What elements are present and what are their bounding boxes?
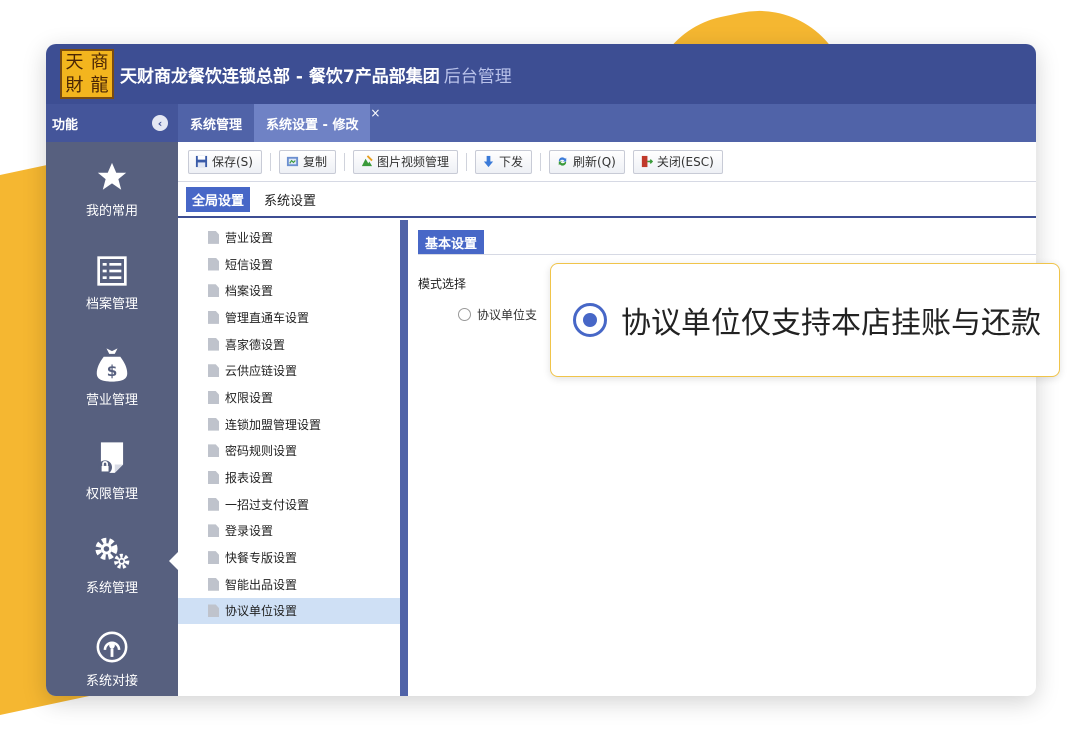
document-icon — [208, 417, 219, 431]
tree-item[interactable]: 连锁加盟管理设置 — [178, 411, 400, 438]
function-label: 功能 — [52, 117, 79, 133]
money-bag-icon: $ — [96, 347, 128, 382]
toolbar: 保存(S) 复制 图片视频管理 下发 刷新(Q) 关闭(ESC) — [178, 142, 1036, 182]
sidebar-item-integration[interactable]: 系统对接 — [46, 612, 178, 696]
document-icon — [208, 284, 219, 298]
main-area: 保存(S) 复制 图片视频管理 下发 刷新(Q) 关闭(ESC) 全局设置 系统… — [178, 142, 1036, 696]
document-icon — [208, 551, 219, 565]
tree-item[interactable]: 喜家德设置 — [178, 331, 400, 358]
tab-close-icon[interactable]: × — [370, 106, 380, 120]
tree-item[interactable]: 快餐专版设置 — [178, 544, 400, 571]
toolbar-separator — [540, 152, 542, 171]
sidebar-item-permissions[interactable]: 权限管理 — [46, 424, 178, 518]
tree-item[interactable]: 云供应链设置 — [178, 357, 400, 384]
close-door-icon — [641, 155, 653, 168]
refresh-icon — [558, 157, 567, 166]
sub-tabs: 全局设置 系统设置 — [178, 182, 1036, 218]
document-icon — [208, 524, 219, 538]
tree-item[interactable]: 档案设置 — [178, 277, 400, 304]
callout-option-label: 协议单位仅支持本店挂账与还款 — [621, 306, 1041, 341]
body-area: 我的常用 档案管理 $ 营业管理 权限管理 系统管理 系统对接 保存(S) 复制… — [46, 142, 1036, 696]
tree-item[interactable]: 短信设置 — [178, 251, 400, 278]
tree-item[interactable]: 管理直通车设置 — [178, 304, 400, 331]
function-header: 功能 ‹ — [46, 104, 178, 142]
tree-item[interactable]: 权限设置 — [178, 384, 400, 411]
collapse-left-icon[interactable]: ‹ — [152, 115, 168, 131]
toolbar-separator — [269, 152, 271, 171]
list-icon — [97, 255, 127, 286]
title-bar: 天 商 財 龍 天财商龙餐饮连锁总部 - 餐饮7产品部集团 后台管理 — [46, 44, 1036, 104]
document-icon — [208, 230, 219, 244]
tree-item[interactable]: 登录设置 — [178, 518, 400, 545]
lock-doc-icon — [98, 441, 124, 474]
dispatch-button[interactable]: 下发 — [475, 149, 533, 174]
sidebar-item-business[interactable]: $ 营业管理 — [46, 330, 178, 424]
subtab-system-settings[interactable]: 系统设置 — [258, 187, 322, 212]
brand-logo: 天 商 財 龍 — [60, 49, 114, 99]
toolbar-separator — [344, 152, 345, 171]
sidebar: 我的常用 档案管理 $ 营业管理 权限管理 系统管理 系统对接 — [46, 142, 178, 696]
tab-system-management[interactable]: 系统管理 — [178, 104, 254, 142]
download-arrow-icon — [483, 155, 494, 168]
mode-option-label: 协议单位支 — [477, 308, 538, 322]
sidebar-active-marker — [169, 552, 178, 570]
copy-icon — [286, 156, 299, 167]
tab-system-settings-edit[interactable]: 系统设置 - 修改 × — [254, 104, 380, 142]
sidebar-item-favorites[interactable]: 我的常用 — [46, 142, 178, 236]
zoom-callout: 协议单位仅支持本店挂账与还款 — [550, 263, 1060, 377]
radio-unchecked[interactable] — [458, 308, 471, 321]
sidebar-item-system[interactable]: 系统管理 — [46, 518, 178, 612]
app-title: 天财商龙餐饮连锁总部 - 餐饮7产品部集团 后台管理 — [120, 66, 512, 87]
app-title-suffix: 后台管理 — [443, 66, 512, 87]
tree-item[interactable]: 营业设置 — [178, 224, 400, 251]
tree-item[interactable]: 一招过支付设置 — [178, 491, 400, 518]
subtab-global-settings[interactable]: 全局设置 — [186, 186, 251, 212]
sidebar-item-archives[interactable]: 档案管理 — [46, 236, 178, 330]
document-icon — [208, 577, 219, 591]
radio-checked-dot — [583, 313, 597, 327]
document-icon — [208, 444, 219, 458]
document-icon — [208, 337, 219, 351]
radio-checked[interactable] — [573, 303, 607, 337]
close-button[interactable]: 关闭(ESC) — [632, 149, 723, 174]
document-icon — [208, 604, 219, 618]
media-manage-button[interactable]: 图片视频管理 — [353, 149, 459, 174]
image-icon — [361, 155, 373, 167]
document-icon — [208, 364, 219, 378]
tree-item[interactable]: 密码规则设置 — [178, 438, 400, 465]
panel-title: 基本设置 — [418, 230, 485, 255]
svg-text:$: $ — [107, 362, 118, 380]
star-icon — [97, 162, 127, 190]
tree-item[interactable]: 智能出品设置 — [178, 571, 400, 598]
save-button[interactable]: 保存(S) — [188, 149, 262, 174]
document-icon — [208, 257, 219, 271]
document-icon — [208, 310, 219, 324]
refresh-button[interactable]: 刷新(Q) — [549, 149, 625, 174]
podcast-icon — [96, 631, 128, 662]
tree-item-selected[interactable]: 协议单位设置 — [178, 597, 400, 625]
panel-divider — [418, 254, 1036, 255]
settings-tree: 营业设置 短信设置 档案设置 管理直通车设置 喜家德设置 云供应链设置 权限设置… — [178, 220, 400, 696]
tab-bar: 功能 ‹ 系统管理 系统设置 - 修改 × — [46, 104, 1036, 142]
save-icon — [195, 155, 208, 168]
gears-icon — [95, 537, 130, 569]
document-icon — [208, 497, 219, 511]
copy-button[interactable]: 复制 — [278, 149, 336, 174]
document-icon — [208, 471, 219, 485]
tree-item[interactable]: 报表设置 — [178, 464, 400, 491]
toolbar-separator — [466, 152, 468, 171]
document-icon — [208, 390, 219, 404]
